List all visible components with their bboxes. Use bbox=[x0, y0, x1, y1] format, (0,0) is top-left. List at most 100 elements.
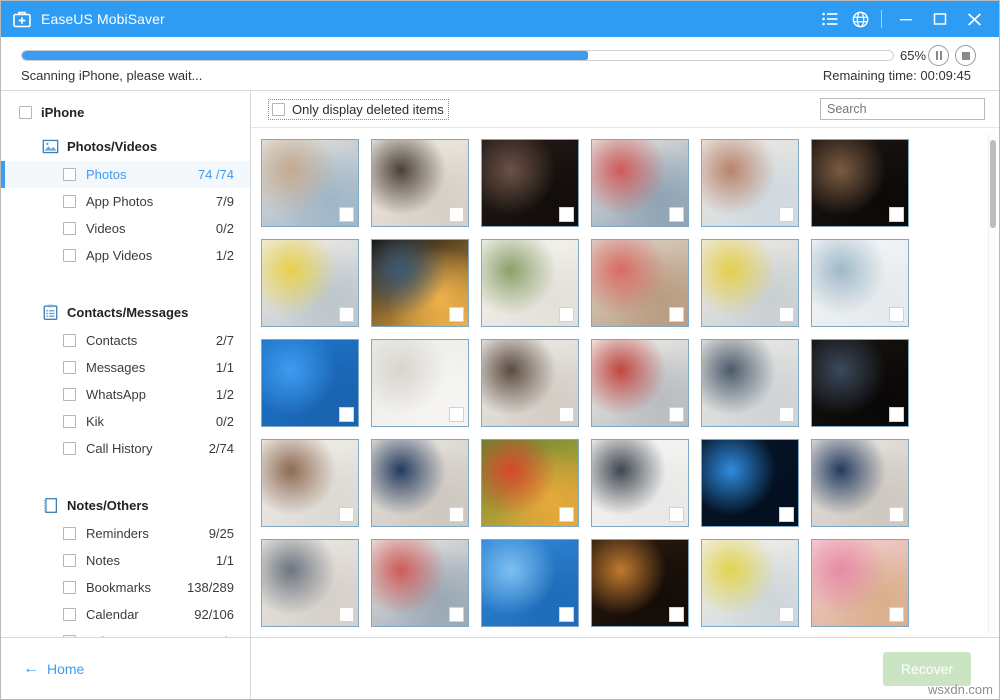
thumbnail-item[interactable] bbox=[371, 239, 469, 327]
thumbnail-item[interactable] bbox=[701, 239, 799, 327]
pause-button[interactable] bbox=[928, 45, 949, 66]
checkbox-calendar[interactable] bbox=[63, 608, 76, 621]
checkbox-photos[interactable] bbox=[63, 168, 76, 181]
thumbnail-item[interactable] bbox=[371, 339, 469, 427]
thumbnail-checkbox[interactable] bbox=[339, 207, 354, 222]
thumbnail-checkbox[interactable] bbox=[559, 307, 574, 322]
sidebar-item-app-videos[interactable]: App Videos 1/2 bbox=[1, 242, 250, 269]
thumbnail-item[interactable] bbox=[591, 139, 689, 227]
thumbnail-checkbox[interactable] bbox=[339, 407, 354, 422]
grid-scrollbar[interactable] bbox=[988, 134, 996, 633]
thumbnail-item[interactable] bbox=[701, 539, 799, 627]
sidebar-item-call-history[interactable]: Call History 2/74 bbox=[1, 435, 250, 462]
checkbox-call-history[interactable] bbox=[63, 442, 76, 455]
thumbnail-item[interactable] bbox=[481, 339, 579, 427]
checkbox-reminders[interactable] bbox=[63, 527, 76, 540]
checkbox-messages[interactable] bbox=[63, 361, 76, 374]
checkbox-notes[interactable] bbox=[63, 554, 76, 567]
checkbox-bookmarks[interactable] bbox=[63, 581, 76, 594]
thumbnail-item[interactable] bbox=[811, 339, 909, 427]
thumbnail-checkbox[interactable] bbox=[889, 507, 904, 522]
thumbnail-checkbox[interactable] bbox=[779, 307, 794, 322]
thumbnail-checkbox[interactable] bbox=[449, 307, 464, 322]
thumbnail-checkbox[interactable] bbox=[559, 507, 574, 522]
grid-scrollbar-thumb[interactable] bbox=[990, 140, 996, 228]
thumbnail-checkbox[interactable] bbox=[889, 407, 904, 422]
thumbnail-checkbox[interactable] bbox=[559, 607, 574, 622]
thumbnail-checkbox[interactable] bbox=[779, 607, 794, 622]
sidebar-item-messages[interactable]: Messages 1/1 bbox=[1, 354, 250, 381]
sidebar-root-iphone[interactable]: iPhone bbox=[1, 99, 250, 125]
thumbnail-checkbox[interactable] bbox=[339, 507, 354, 522]
thumbnail-item[interactable] bbox=[811, 439, 909, 527]
thumbnail-item[interactable] bbox=[371, 539, 469, 627]
checkbox-only-deleted[interactable] bbox=[272, 102, 285, 116]
thumbnail-item[interactable] bbox=[481, 539, 579, 627]
globe-icon[interactable] bbox=[845, 4, 875, 34]
thumbnail-checkbox[interactable] bbox=[339, 307, 354, 322]
thumbnail-item[interactable] bbox=[261, 239, 359, 327]
sidebar-item-bookmarks[interactable]: Bookmarks 138/289 bbox=[1, 574, 250, 601]
thumbnail-item[interactable] bbox=[261, 539, 359, 627]
minimize-icon[interactable] bbox=[890, 4, 922, 34]
thumbnail-checkbox[interactable] bbox=[449, 207, 464, 222]
thumbnail-checkbox[interactable] bbox=[449, 607, 464, 622]
stop-button[interactable] bbox=[955, 45, 976, 66]
thumbnail-checkbox[interactable] bbox=[669, 207, 684, 222]
thumbnail-item[interactable] bbox=[261, 439, 359, 527]
thumbnail-item[interactable] bbox=[261, 339, 359, 427]
sidebar-item-calendar[interactable]: Calendar 92/106 bbox=[1, 601, 250, 628]
thumbnail-item[interactable] bbox=[701, 339, 799, 427]
thumbnail-checkbox[interactable] bbox=[889, 307, 904, 322]
list-icon[interactable] bbox=[815, 4, 845, 34]
thumbnail-checkbox[interactable] bbox=[889, 207, 904, 222]
thumbnail-item[interactable] bbox=[811, 239, 909, 327]
maximize-icon[interactable] bbox=[924, 4, 956, 34]
thumbnail-item[interactable] bbox=[371, 439, 469, 527]
thumbnail-item[interactable] bbox=[591, 439, 689, 527]
thumbnail-item[interactable] bbox=[481, 439, 579, 527]
sidebar-item-photos[interactable]: Photos 74 /74 bbox=[1, 161, 250, 188]
thumbnail-checkbox[interactable] bbox=[449, 507, 464, 522]
checkbox-app-photos[interactable] bbox=[63, 195, 76, 208]
checkbox-voice-memos[interactable] bbox=[63, 635, 76, 637]
thumbnail-checkbox[interactable] bbox=[889, 607, 904, 622]
sidebar-item-whatsapp[interactable]: WhatsApp 1/2 bbox=[1, 381, 250, 408]
checkbox-kik[interactable] bbox=[63, 415, 76, 428]
thumbnail-checkbox[interactable] bbox=[779, 207, 794, 222]
recover-button[interactable]: Recover bbox=[883, 651, 971, 686]
thumbnail-checkbox[interactable] bbox=[669, 607, 684, 622]
thumbnail-checkbox[interactable] bbox=[669, 307, 684, 322]
only-deleted-toggle[interactable]: Only display deleted items bbox=[268, 98, 449, 120]
sidebar-group-notes-others[interactable]: Notes/Others bbox=[1, 490, 250, 520]
checkbox-whatsapp[interactable] bbox=[63, 388, 76, 401]
thumbnail-item[interactable] bbox=[481, 239, 579, 327]
thumbnail-item[interactable] bbox=[811, 539, 909, 627]
thumbnail-item[interactable] bbox=[371, 139, 469, 227]
checkbox-iphone[interactable] bbox=[19, 105, 32, 119]
sidebar-item-voice-memos[interactable]: Voice Memos0/2 bbox=[1, 628, 250, 637]
sidebar-group-photos-videos[interactable]: Photos/Videos bbox=[1, 131, 250, 161]
thumbnail-checkbox[interactable] bbox=[669, 407, 684, 422]
thumbnail-item[interactable] bbox=[591, 239, 689, 327]
sidebar-item-contacts[interactable]: Contacts 2/7 bbox=[1, 327, 250, 354]
sidebar-item-app-photos[interactable]: App Photos 7/9 bbox=[1, 188, 250, 215]
checkbox-app-videos[interactable] bbox=[63, 249, 76, 262]
checkbox-videos[interactable] bbox=[63, 222, 76, 235]
sidebar-item-videos[interactable]: Videos 0/2 bbox=[1, 215, 250, 242]
thumbnail-item[interactable] bbox=[261, 139, 359, 227]
thumbnail-checkbox[interactable] bbox=[779, 507, 794, 522]
thumbnail-item[interactable] bbox=[481, 139, 579, 227]
thumbnail-checkbox[interactable] bbox=[779, 407, 794, 422]
thumbnail-checkbox[interactable] bbox=[339, 607, 354, 622]
sidebar-item-notes[interactable]: Notes 1/1 bbox=[1, 547, 250, 574]
home-link[interactable]: ← Home bbox=[23, 660, 84, 677]
sidebar-item-reminders[interactable]: Reminders 9/25 bbox=[1, 520, 250, 547]
thumbnail-checkbox[interactable] bbox=[449, 407, 464, 422]
sidebar-item-kik[interactable]: Kik 0/2 bbox=[1, 408, 250, 435]
thumbnail-item[interactable] bbox=[701, 439, 799, 527]
thumbnail-item[interactable] bbox=[811, 139, 909, 227]
thumbnail-item[interactable] bbox=[591, 339, 689, 427]
thumbnail-checkbox[interactable] bbox=[559, 207, 574, 222]
thumbnail-checkbox[interactable] bbox=[669, 507, 684, 522]
